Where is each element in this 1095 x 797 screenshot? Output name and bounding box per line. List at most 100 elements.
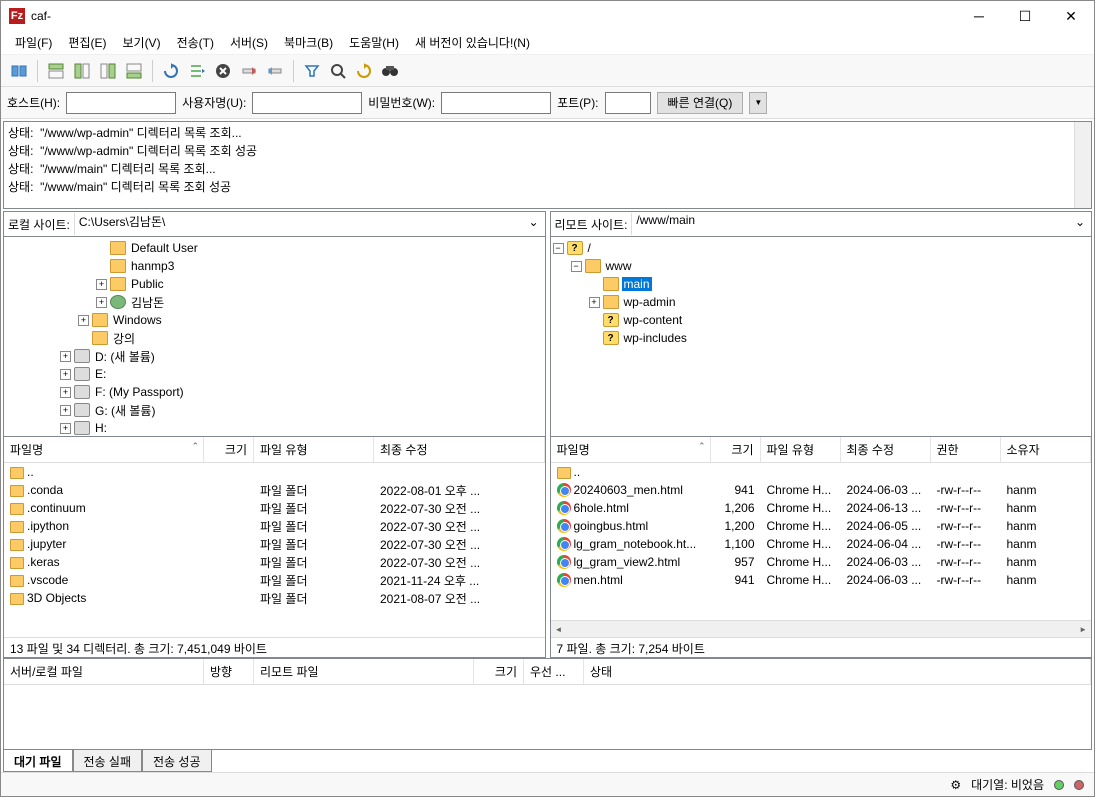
expand-toggle[interactable]: + (78, 315, 89, 326)
expand-toggle[interactable]: + (60, 369, 71, 380)
cancel-button[interactable] (211, 59, 235, 83)
menu-item[interactable]: 새 버전이 있습니다!(N) (407, 31, 538, 54)
expand-toggle[interactable]: − (553, 243, 564, 254)
tree-node[interactable]: −?/ (553, 239, 1090, 257)
search-button[interactable] (326, 59, 350, 83)
minimize-button[interactable]: ─ (956, 1, 1002, 31)
list-item[interactable]: .continuum파일 폴더2022-07-30 오전 ... (4, 499, 545, 517)
process-queue-button[interactable] (185, 59, 209, 83)
list-item[interactable]: .ipython파일 폴더2022-07-30 오전 ... (4, 517, 545, 535)
list-item[interactable]: .keras파일 폴더2022-07-30 오전 ... (4, 553, 545, 571)
queue-header-dir[interactable]: 방향 (204, 659, 254, 684)
local-tree[interactable]: Default Userhanmp3+Public+김남돈+Windows강의+… (3, 237, 546, 437)
binoculars-icon[interactable] (378, 59, 402, 83)
tree-node[interactable]: hanmp3 (6, 257, 543, 275)
tree-node[interactable]: +G: (새 볼륨) (6, 401, 543, 419)
expand-toggle[interactable]: + (60, 351, 71, 362)
header-type[interactable]: 파일 유형 (761, 437, 841, 462)
toggle-remote-tree-button[interactable] (96, 59, 120, 83)
tree-node[interactable]: 강의 (6, 329, 543, 347)
header-modified[interactable]: 최종 수정 (841, 437, 931, 462)
tree-node[interactable]: +D: (새 볼륨) (6, 347, 543, 365)
expand-toggle[interactable]: + (96, 279, 107, 290)
tree-node[interactable]: +wp-admin (553, 293, 1090, 311)
local-file-list[interactable]: 파일명 크기 파일 유형 최종 수정 ...conda파일 폴더2022-08-… (4, 437, 545, 637)
tree-node[interactable]: +H: (6, 419, 543, 437)
close-button[interactable]: ✕ (1048, 1, 1094, 31)
tree-node[interactable]: +F: (My Passport) (6, 383, 543, 401)
refresh-button[interactable] (159, 59, 183, 83)
list-item[interactable]: 20240603_men.html941Chrome H...2024-06-0… (551, 481, 1092, 499)
gear-icon[interactable]: ⚙ (950, 778, 961, 792)
tree-node[interactable]: −www (553, 257, 1090, 275)
header-perm[interactable]: 권한 (931, 437, 1001, 462)
queue-tab[interactable]: 대기 파일 (3, 750, 73, 772)
list-item[interactable]: .vscode파일 폴더2021-11-24 오후 ... (4, 571, 545, 589)
quick-connect-dropdown[interactable]: ▼ (749, 92, 767, 114)
local-path-combo[interactable]: C:\Users\김남돈\ (74, 213, 545, 235)
compare-button[interactable] (352, 59, 376, 83)
list-item[interactable]: 6hole.html1,206Chrome H...2024-06-13 ...… (551, 499, 1092, 517)
scrollbar[interactable] (1074, 122, 1091, 208)
remote-path-combo[interactable]: /www/main (631, 213, 1091, 235)
expand-toggle[interactable]: + (60, 423, 71, 434)
expand-toggle[interactable]: + (589, 297, 600, 308)
remote-file-list[interactable]: 파일명 크기 파일 유형 최종 수정 권한 소유자 ..20240603_men… (551, 437, 1092, 620)
queue-header-local[interactable]: 서버/로컬 파일 (4, 659, 204, 684)
queue-tab[interactable]: 전송 성공 (142, 750, 212, 772)
tree-node[interactable]: +Public (6, 275, 543, 293)
tree-node[interactable]: +E: (6, 365, 543, 383)
list-item[interactable]: lg_gram_view2.html957Chrome H...2024-06-… (551, 553, 1092, 571)
header-name[interactable]: 파일명 (551, 437, 711, 462)
tree-node[interactable]: main (553, 275, 1090, 293)
expand-toggle[interactable]: − (571, 261, 582, 272)
queue-header-size[interactable]: 크기 (474, 659, 524, 684)
menu-item[interactable]: 전송(T) (169, 31, 222, 54)
port-input[interactable] (605, 92, 651, 114)
menu-item[interactable]: 편집(E) (60, 31, 114, 54)
reconnect-button[interactable] (263, 59, 287, 83)
header-name[interactable]: 파일명 (4, 437, 204, 462)
username-input[interactable] (252, 92, 362, 114)
list-item[interactable]: .conda파일 폴더2022-08-01 오후 ... (4, 481, 545, 499)
header-type[interactable]: 파일 유형 (254, 437, 374, 462)
list-item[interactable]: 3D Objects파일 폴더2021-08-07 오전 ... (4, 589, 545, 607)
header-size[interactable]: 크기 (204, 437, 254, 462)
maximize-button[interactable]: ☐ (1002, 1, 1048, 31)
queue-header-remote[interactable]: 리모트 파일 (254, 659, 474, 684)
tree-node[interactable]: ?wp-content (553, 311, 1090, 329)
menu-item[interactable]: 북마크(B) (276, 31, 341, 54)
queue-tab[interactable]: 전송 실패 (73, 750, 143, 772)
tree-node[interactable]: +김남돈 (6, 293, 543, 311)
expand-toggle[interactable]: + (60, 405, 71, 416)
password-input[interactable] (441, 92, 551, 114)
list-item[interactable]: .. (551, 463, 1092, 481)
header-owner[interactable]: 소유자 (1001, 437, 1092, 462)
header-modified[interactable]: 최종 수정 (374, 437, 545, 462)
disconnect-button[interactable] (237, 59, 261, 83)
quick-connect-button[interactable]: 빠른 연결(Q) (657, 92, 744, 114)
host-input[interactable] (66, 92, 176, 114)
tree-node[interactable]: ?wp-includes (553, 329, 1090, 347)
menu-item[interactable]: 도움말(H) (341, 31, 407, 54)
scrollbar[interactable] (551, 620, 1092, 637)
queue-header-status[interactable]: 상태 (584, 659, 1091, 684)
list-item[interactable]: .jupyter파일 폴더2022-07-30 오전 ... (4, 535, 545, 553)
filter-button[interactable] (300, 59, 324, 83)
toggle-queue-button[interactable] (122, 59, 146, 83)
toggle-local-tree-button[interactable] (70, 59, 94, 83)
expand-toggle[interactable]: + (60, 387, 71, 398)
menu-item[interactable]: 보기(V) (114, 31, 168, 54)
menu-item[interactable]: 서버(S) (222, 31, 276, 54)
menu-item[interactable]: 파일(F) (7, 31, 60, 54)
queue-header-prio[interactable]: 우선 ... (524, 659, 584, 684)
tree-node[interactable]: Default User (6, 239, 543, 257)
list-item[interactable]: goingbus.html1,200Chrome H...2024-06-05 … (551, 517, 1092, 535)
toggle-log-button[interactable] (44, 59, 68, 83)
list-item[interactable]: men.html941Chrome H...2024-06-03 ...-rw-… (551, 571, 1092, 589)
transfer-queue[interactable]: 서버/로컬 파일 방향 리모트 파일 크기 우선 ... 상태 (3, 658, 1092, 750)
remote-tree[interactable]: −?/−wwwmain+wp-admin?wp-content?wp-inclu… (550, 237, 1093, 437)
site-manager-button[interactable] (7, 59, 31, 83)
expand-toggle[interactable]: + (96, 297, 107, 308)
list-item[interactable]: lg_gram_notebook.ht...1,100Chrome H...20… (551, 535, 1092, 553)
